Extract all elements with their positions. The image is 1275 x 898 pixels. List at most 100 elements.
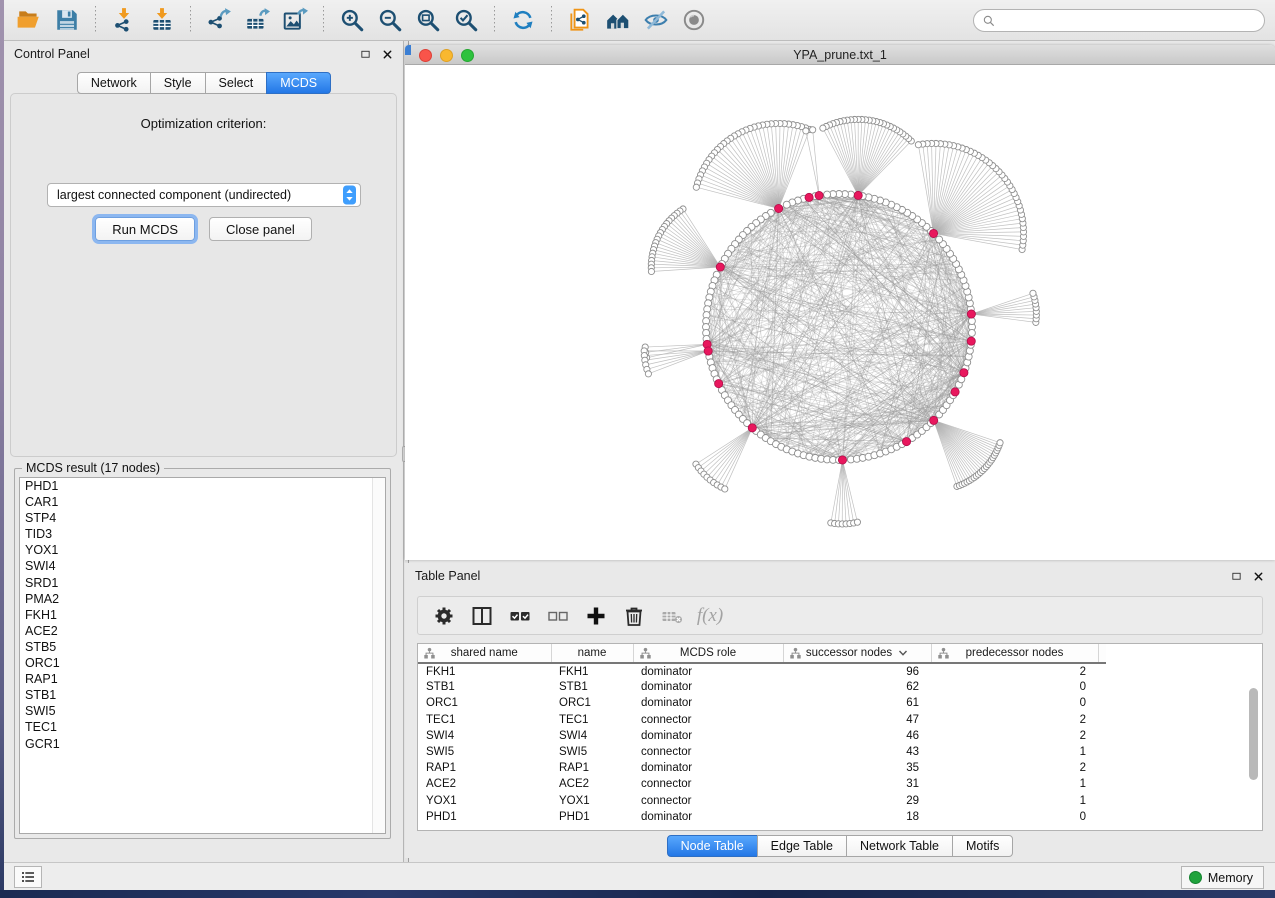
zoom-out-icon <box>377 7 403 33</box>
group-houses-button[interactable] <box>599 3 637 37</box>
mcds-result-item[interactable]: STB5 <box>20 639 385 655</box>
table-row[interactable]: RAP1RAP1dominator352 <box>418 760 1106 776</box>
mcds-result-title: MCDS result (17 nodes) <box>22 461 164 475</box>
mcds-result-item[interactable]: PMA2 <box>20 591 385 607</box>
mcds-result-item[interactable]: FKH1 <box>20 607 385 623</box>
mcds-result-item[interactable]: SRD1 <box>20 575 385 591</box>
columns-button[interactable] <box>466 600 498 632</box>
unselect-all-button[interactable] <box>542 600 574 632</box>
share-document-button[interactable] <box>561 3 599 37</box>
network-window-titlebar[interactable]: YPA_prune.txt_1 <box>405 45 1275 65</box>
export-table-button[interactable] <box>238 3 276 37</box>
table-row[interactable]: ACE2ACE2connector311 <box>418 776 1106 792</box>
table-scrollbar[interactable] <box>1248 666 1259 824</box>
network-graph-svg[interactable] <box>405 65 1275 560</box>
mcds-result-item[interactable]: SWI4 <box>20 558 385 574</box>
export-network-button[interactable] <box>200 3 238 37</box>
mcds-result-item[interactable]: ACE2 <box>20 623 385 639</box>
window-focus-corner <box>405 45 411 55</box>
table-row[interactable]: STB1STB1dominator620 <box>418 679 1106 695</box>
tab-edge-table[interactable]: Edge Table <box>757 835 847 857</box>
table-row[interactable]: YOX1YOX1connector291 <box>418 793 1106 809</box>
window-zoom-button[interactable] <box>461 49 474 62</box>
table-row[interactable]: SWI4SWI4dominator462 <box>418 728 1106 744</box>
toolbar-separator <box>494 6 495 34</box>
column-header-successor-nodes[interactable]: successor nodes <box>783 644 931 663</box>
table-row[interactable]: SWI5SWI5connector431 <box>418 744 1106 760</box>
mcds-result-item[interactable]: RAP1 <box>20 671 385 687</box>
mcds-result-item[interactable]: STP4 <box>20 510 385 526</box>
import-table-button[interactable] <box>143 3 181 37</box>
search-box[interactable] <box>973 9 1265 32</box>
hide-eye-button[interactable] <box>637 3 675 37</box>
export-image-button[interactable] <box>276 3 314 37</box>
column-header-predecessor-nodes[interactable]: predecessor nodes <box>931 644 1098 663</box>
tab-select[interactable]: Select <box>205 72 268 94</box>
task-history-button[interactable] <box>14 866 42 888</box>
optimization-select[interactable]: largest connected component (undirected) <box>47 183 361 207</box>
mcds-result-item[interactable]: CAR1 <box>20 494 385 510</box>
refresh-button[interactable] <box>504 3 542 37</box>
open-button[interactable] <box>10 3 48 37</box>
node-table: shared namenameMCDS rolesuccessor nodesp… <box>418 644 1106 825</box>
select-all-button[interactable] <box>504 600 536 632</box>
table-row[interactable]: PHD1PHD1dominator180 <box>418 809 1106 825</box>
tab-style[interactable]: Style <box>150 72 206 94</box>
mcds-result-item[interactable]: TEC1 <box>20 719 385 735</box>
window-minimize-button[interactable] <box>440 49 453 62</box>
mcds-result-list[interactable]: PHD1CAR1STP4TID3YOX1SWI4SRD1PMA2FKH1ACE2… <box>19 477 386 834</box>
float-panel-button[interactable] <box>358 47 372 61</box>
column-header-name[interactable]: name <box>551 644 633 663</box>
close-control-panel-button[interactable] <box>380 47 394 61</box>
tab-network-table[interactable]: Network Table <box>846 835 953 857</box>
tab-network[interactable]: Network <box>77 72 151 94</box>
hierarchy-icon <box>423 647 436 660</box>
search-input[interactable] <box>1001 14 1256 28</box>
import-network-button[interactable] <box>105 3 143 37</box>
tab-mcds[interactable]: MCDS <box>266 72 331 94</box>
zoom-in-button[interactable] <box>333 3 371 37</box>
float-table-panel-button[interactable] <box>1229 569 1243 583</box>
column-header-shared-name[interactable]: shared name <box>418 644 551 663</box>
window-close-button[interactable] <box>419 49 432 62</box>
mcds-result-scrollbar[interactable] <box>372 478 385 833</box>
table-header-row: shared namenameMCDS rolesuccessor nodesp… <box>418 644 1106 663</box>
mcds-result-item[interactable]: STB1 <box>20 687 385 703</box>
zoom-out-button[interactable] <box>371 3 409 37</box>
show-eye-button[interactable] <box>675 3 713 37</box>
memory-button[interactable]: Memory <box>1181 866 1264 889</box>
mcds-result-item[interactable]: GCR1 <box>20 736 385 752</box>
tab-node-table[interactable]: Node Table <box>667 835 758 857</box>
zoom-fit-icon <box>415 7 441 33</box>
import-network-icon <box>111 7 137 33</box>
mcds-result-item[interactable]: SWI5 <box>20 703 385 719</box>
mcds-result-item[interactable]: YOX1 <box>20 542 385 558</box>
toolbar-separator <box>190 6 191 34</box>
zoom-selected-button[interactable] <box>447 3 485 37</box>
table-row[interactable]: TEC1TEC1connector472 <box>418 712 1106 728</box>
control-panel: Control Panel NetworkStyleSelectMCDS Opt… <box>4 41 404 862</box>
column-header-mcds-role[interactable]: MCDS role <box>633 644 783 663</box>
delete-icon <box>622 604 646 628</box>
run-mcds-button[interactable]: Run MCDS <box>95 217 195 241</box>
table-row[interactable]: ORC1ORC1dominator610 <box>418 695 1106 711</box>
zoom-fit-button[interactable] <box>409 3 447 37</box>
gear-button[interactable] <box>428 600 460 632</box>
close-panel-button[interactable]: Close panel <box>209 217 312 241</box>
table-row[interactable]: FKH1FKH1dominator962 <box>418 663 1106 679</box>
table-panel: Table Panel f(x) shared namenameMCDS rol… <box>405 563 1275 858</box>
mcds-result-item[interactable]: TID3 <box>20 526 385 542</box>
table-scrollbar-thumb[interactable] <box>1249 688 1258 780</box>
tab-motifs[interactable]: Motifs <box>952 835 1013 857</box>
mcds-result-item[interactable]: PHD1 <box>20 478 385 494</box>
network-canvas[interactable] <box>405 65 1275 560</box>
function-icon: f(x) <box>697 605 723 627</box>
close-table-panel-button[interactable] <box>1251 569 1265 583</box>
save-button[interactable] <box>48 3 86 37</box>
mcds-result-item[interactable]: ORC1 <box>20 655 385 671</box>
node-table-container: shared namenameMCDS rolesuccessor nodesp… <box>417 643 1263 831</box>
add-button[interactable] <box>580 600 612 632</box>
table-panel-title: Table Panel <box>415 569 1221 583</box>
delete-button[interactable] <box>618 600 650 632</box>
export-network-icon <box>206 7 232 33</box>
